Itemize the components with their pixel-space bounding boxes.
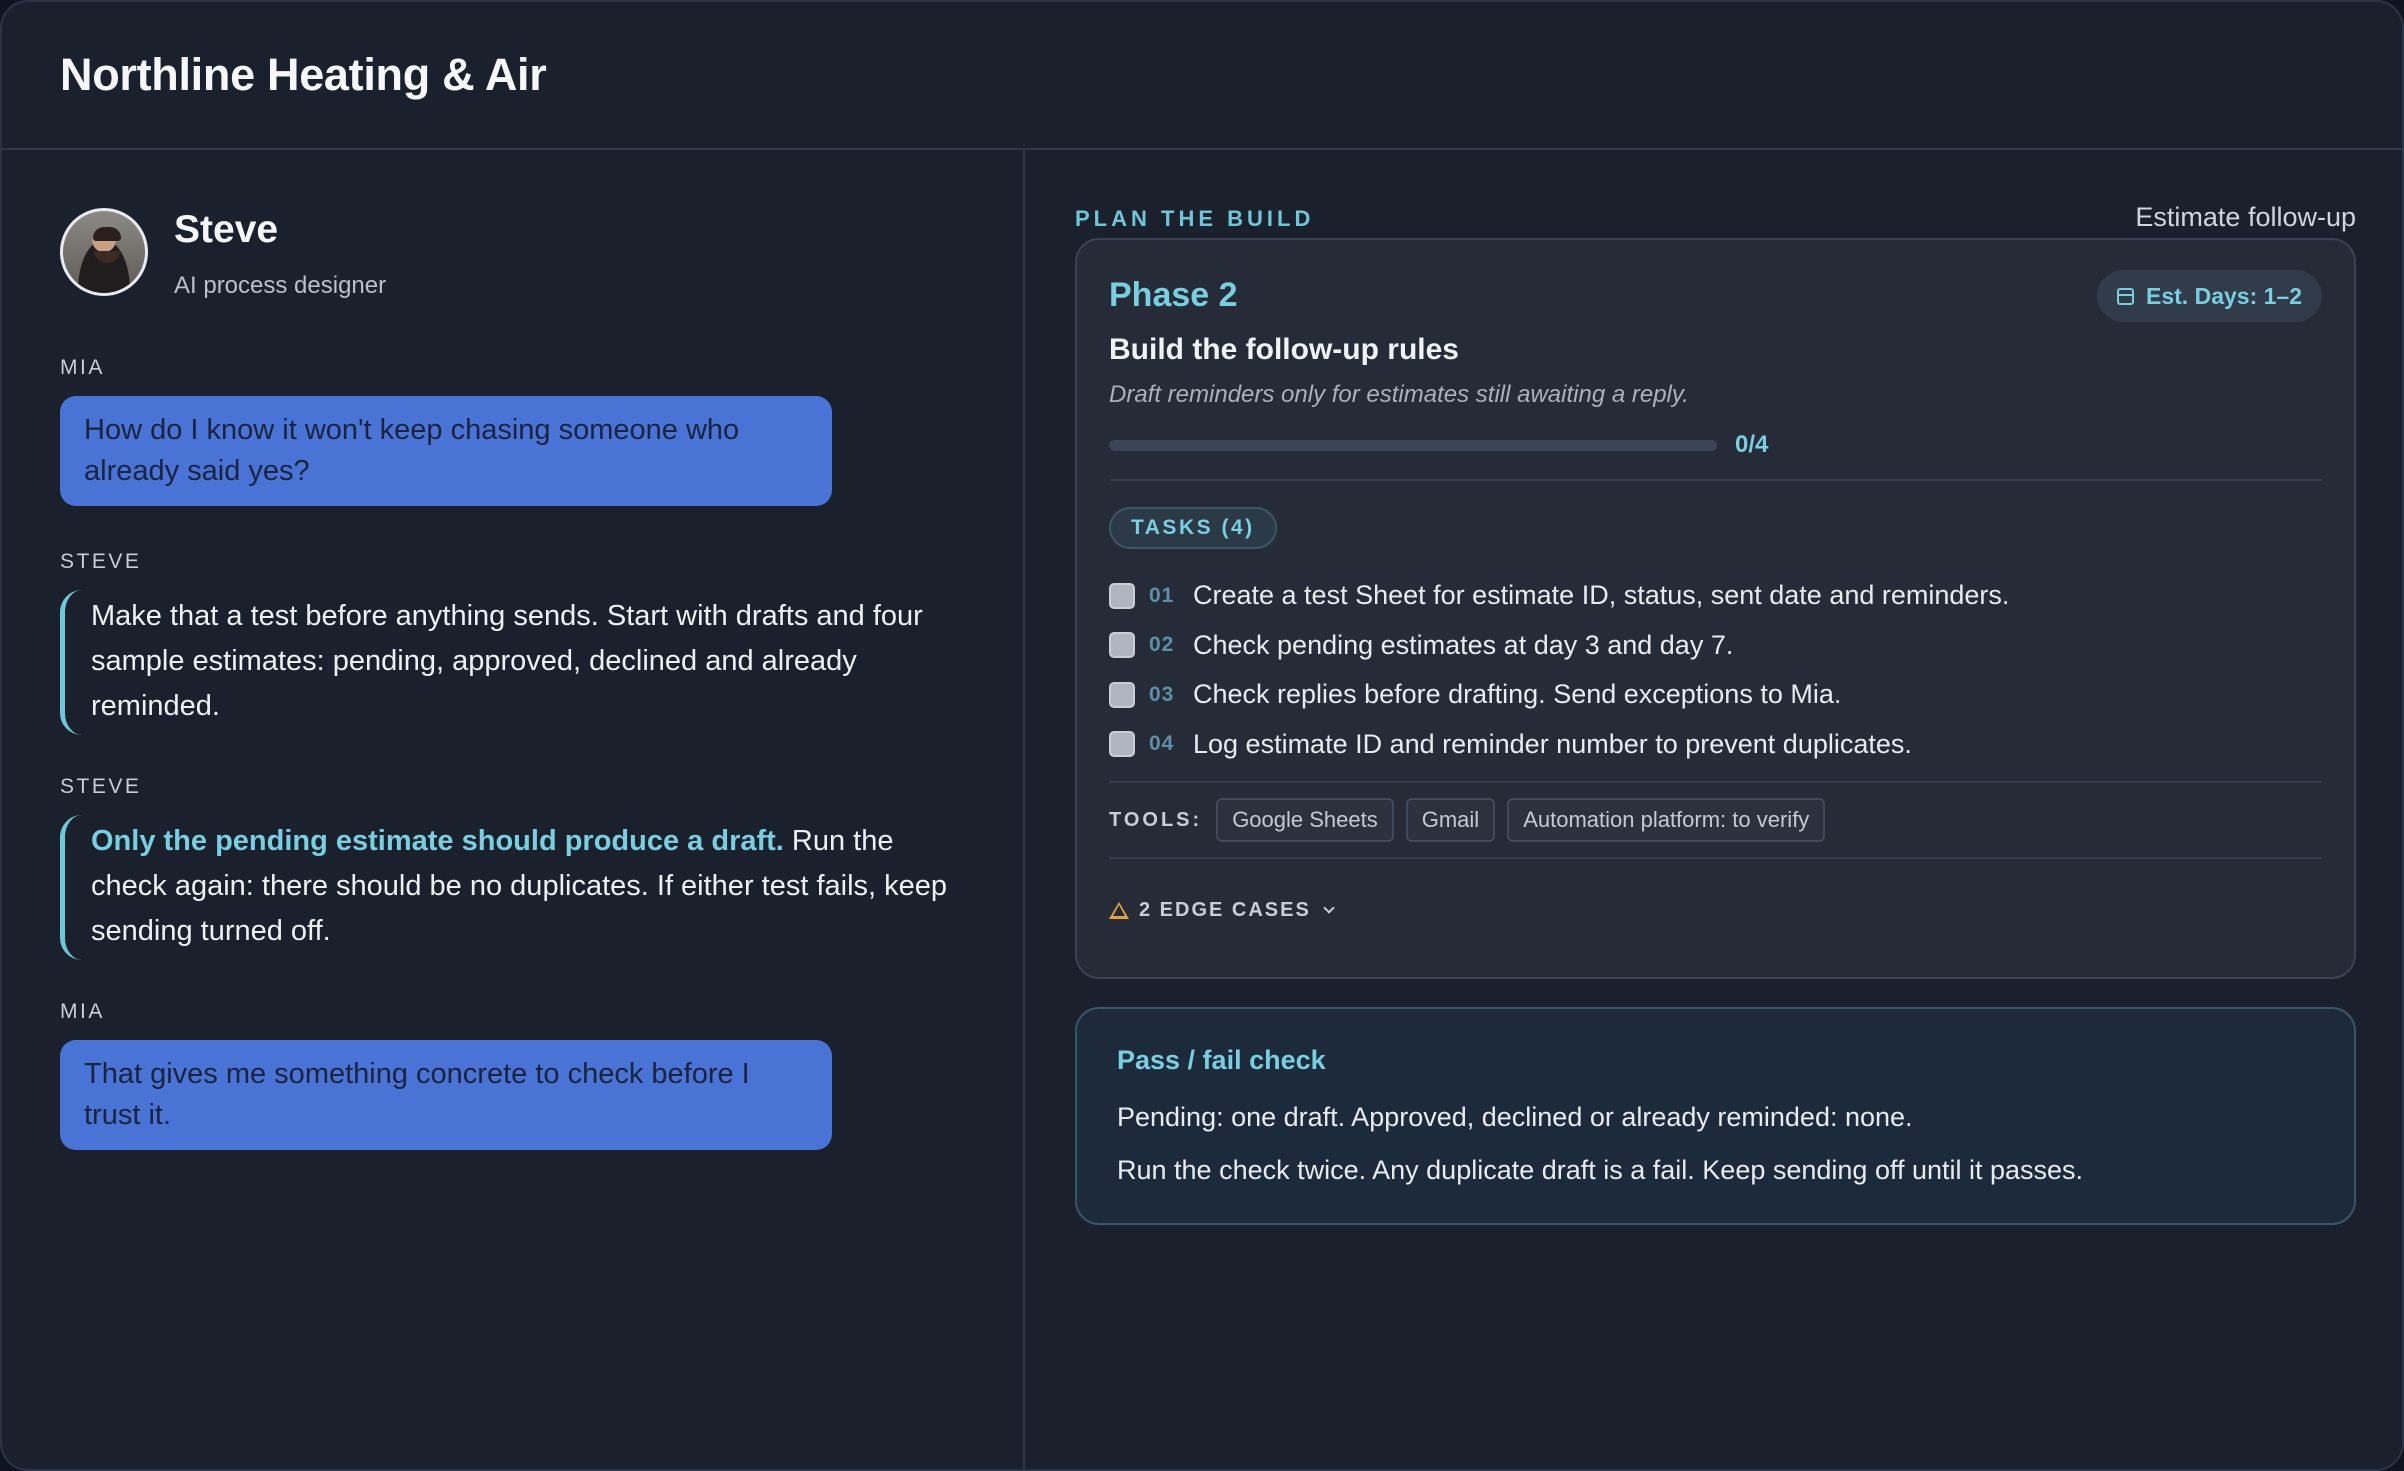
avatar (60, 208, 148, 296)
tools-label: TOOLS: (1109, 808, 1203, 831)
progress-row: 0/4 (1109, 431, 2322, 459)
task-checkbox[interactable] (1109, 731, 1135, 758)
speaker-label: MIA (60, 1000, 105, 1023)
warning-icon (1109, 902, 1129, 919)
app-window: Northline Heating & Air Steve AI process… (0, 0, 2404, 1471)
tool-chip: Google Sheets (1216, 798, 1394, 842)
task-item: 01 Create a test Sheet for estimate ID, … (1109, 571, 2322, 621)
task-checkbox[interactable] (1109, 681, 1135, 708)
task-item: 04 Log estimate ID and reminder number t… (1109, 720, 2322, 770)
chat-panel: Steve AI process designer MIA How do I k… (2, 150, 1025, 1469)
task-number: 03 (1149, 682, 1175, 706)
tool-chip: Automation platform: to verify (1507, 798, 1826, 842)
task-text: Check replies before drafting. Send exce… (1193, 679, 1842, 710)
user-message: How do I know it won't keep chasing some… (60, 396, 832, 506)
task-number: 02 (1149, 633, 1175, 657)
app-header: Northline Heating & Air (2, 2, 2402, 150)
profile-info: Steve AI process designer (174, 208, 386, 300)
plan-link[interactable]: Estimate follow-up (2135, 202, 2356, 233)
progress-bar (1109, 439, 1717, 451)
task-text: Check pending estimates at day 3 and day… (1193, 629, 1734, 660)
plan-header: PLAN THE BUILD Estimate follow-up (1075, 202, 2356, 232)
avatar-beard (94, 251, 120, 263)
agent-message-highlight: Only the pending estimate should produce… (91, 825, 784, 857)
phase-card: Phase 2 Est. Days: 1–2 Build the follow-… (1075, 238, 2356, 979)
speaker-label: MIA (60, 356, 105, 379)
check-line: Pending: one draft. Approved, declined o… (1117, 1102, 1913, 1132)
agent-message: Make that a test before anything sends. … (60, 590, 960, 735)
tool-chip: Gmail (1405, 798, 1496, 842)
phase-description: Draft reminders only for estimates still… (1109, 381, 1689, 408)
tools-row: TOOLS: Google Sheets Gmail Automation pl… (1109, 783, 2322, 857)
pass-fail-card: Pass / fail check Pending: one draft. Ap… (1075, 1007, 2356, 1225)
task-item: 03 Check replies before drafting. Send e… (1109, 670, 2322, 720)
plan-panel: PLAN THE BUILD Estimate follow-up Phase … (1025, 150, 2402, 1469)
profile: Steve AI process designer (60, 208, 965, 300)
check-title: Pass / fail check (1117, 1045, 1326, 1075)
phase-subtitle: Build the follow-up rules (1109, 333, 1459, 366)
task-number: 04 (1149, 732, 1175, 756)
edge-cases-toggle[interactable]: 2 EDGE CASES (1109, 899, 2322, 922)
agent-message: Only the pending estimate should produce… (60, 815, 960, 960)
profile-name: Steve (174, 208, 279, 251)
tasks-pill[interactable]: TASKS (4) (1109, 507, 1277, 549)
progress-text: 0/4 (1735, 431, 1769, 458)
app-title: Northline Heating & Air (60, 49, 547, 100)
calendar-icon (2117, 287, 2135, 305)
task-text: Log estimate ID and reminder number to p… (1193, 728, 1912, 759)
avatar-hair (93, 227, 121, 241)
plan-label: PLAN THE BUILD (1075, 206, 1315, 231)
est-days-label: Est. Days: 1–2 (2146, 282, 2302, 309)
task-list: 01 Create a test Sheet for estimate ID, … (1109, 571, 2322, 769)
task-checkbox[interactable] (1109, 582, 1135, 609)
edge-cases-label: 2 EDGE CASES (1139, 899, 1311, 921)
speaker-label: STEVE (60, 550, 142, 573)
speaker-label: STEVE (60, 775, 142, 798)
task-checkbox[interactable] (1109, 632, 1135, 659)
task-item: 02 Check pending estimates at day 3 and … (1109, 621, 2322, 671)
user-message: That gives me something concrete to chec… (60, 1040, 832, 1150)
divider (1109, 857, 2322, 859)
est-days-badge: Est. Days: 1–2 (2097, 270, 2322, 322)
check-line: Run the check twice. Any duplicate draft… (1117, 1155, 2084, 1185)
task-text: Create a test Sheet for estimate ID, sta… (1193, 580, 2010, 611)
profile-role: AI process designer (174, 272, 387, 299)
task-number: 01 (1149, 583, 1175, 607)
divider (1109, 479, 2322, 481)
chevron-down-icon (1323, 901, 1335, 914)
